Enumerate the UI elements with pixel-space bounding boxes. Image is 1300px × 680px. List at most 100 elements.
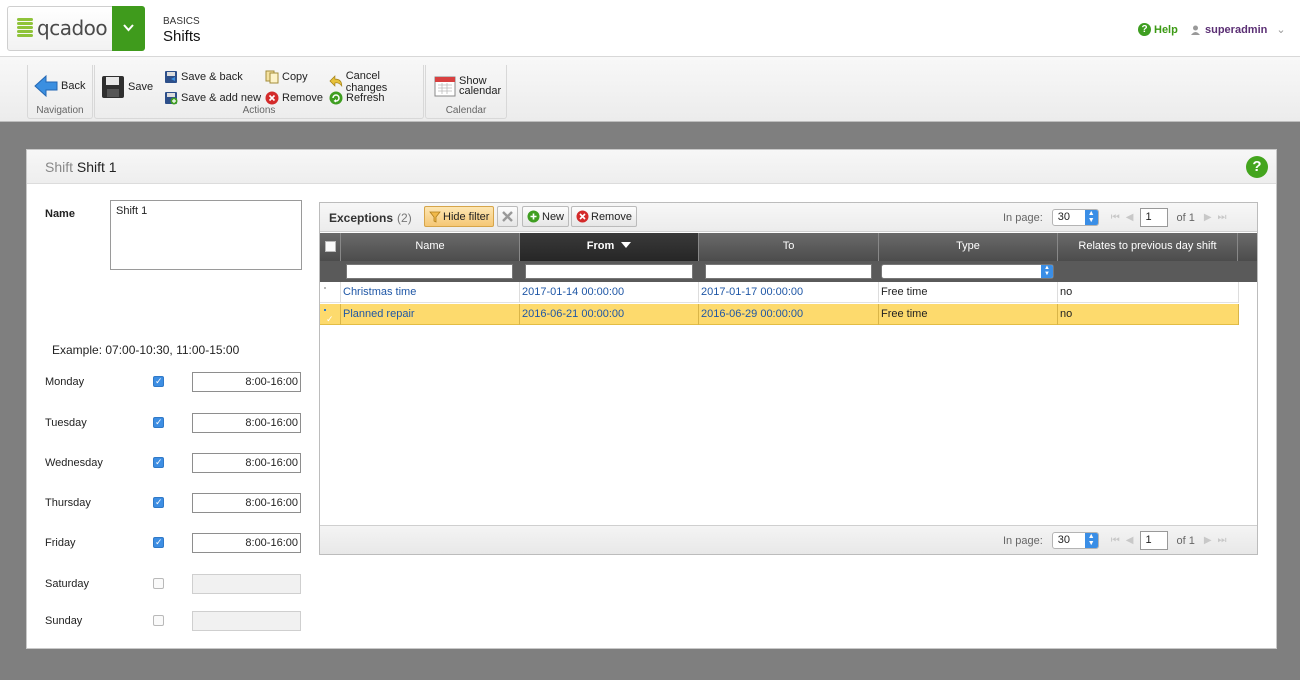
new-exception-button[interactable]: New xyxy=(522,206,570,227)
thursday-hours-field[interactable]: 8:00-16:00 xyxy=(192,493,301,513)
first-page-icon[interactable]: ⏮ xyxy=(1111,535,1120,546)
cell-type: Free time xyxy=(879,304,1058,325)
column-header-type[interactable]: Type xyxy=(879,233,1058,261)
next-page-icon[interactable]: ▶ xyxy=(1204,535,1212,546)
remove-button[interactable]: Remove xyxy=(265,91,323,105)
day-label: Wednesday xyxy=(45,457,103,469)
prev-page-icon[interactable]: ◀ xyxy=(1126,535,1134,546)
refresh-label: Refresh xyxy=(346,92,385,104)
hours-example-hint: Example: 07:00-10:30, 11:00-15:00 xyxy=(52,343,240,357)
hide-filter-button[interactable]: Hide filter xyxy=(424,206,495,227)
table-row[interactable]: Planned repair 2016-06-21 00:00:00 2016-… xyxy=(320,304,1239,325)
ribbon-group-navigation: Back Navigation xyxy=(27,65,93,119)
wednesday-checkbox[interactable] xyxy=(153,457,164,468)
column-header-name[interactable]: Name xyxy=(341,233,520,261)
cell-from[interactable]: 2017-01-14 00:00:00 xyxy=(520,282,699,303)
monday-checkbox[interactable] xyxy=(153,376,164,387)
cell-relates: no xyxy=(1058,282,1239,303)
monday-hours-field[interactable]: 8:00-16:00 xyxy=(192,372,301,392)
menu-dropdown-button[interactable] xyxy=(112,6,145,51)
page-size-select[interactable]: 30 ▲ ▼ xyxy=(1051,209,1099,226)
save-button[interactable]: Save xyxy=(101,75,153,99)
clear-filter-button[interactable] xyxy=(497,206,518,227)
sunday-hours-field[interactable] xyxy=(192,611,301,631)
help-link[interactable]: ? Help xyxy=(1138,23,1178,36)
save-label: Save xyxy=(128,81,154,93)
table-row[interactable]: Christmas time 2017-01-14 00:00:00 2017-… xyxy=(320,282,1239,303)
filter-type-select[interactable]: ▲ ▼ xyxy=(881,264,1054,279)
cell-name[interactable]: Christmas time xyxy=(341,282,520,303)
prev-page-icon[interactable]: ◀ xyxy=(1126,212,1134,223)
logo-icon xyxy=(17,18,33,40)
next-page-icon[interactable]: ▶ xyxy=(1204,212,1212,223)
row-checkbox[interactable] xyxy=(324,287,326,289)
column-header-relates[interactable]: Relates to previous day shift xyxy=(1058,233,1238,261)
remove-label: Remove xyxy=(591,210,632,223)
logo-text: qcadoo xyxy=(37,16,108,40)
pager-top: In page: 30 ▲ ▼ ⏮ ◀ 1 of 1 ▶ ⏭ xyxy=(1003,208,1230,227)
refresh-button[interactable]: Refresh xyxy=(329,91,385,105)
saturday-checkbox[interactable] xyxy=(153,578,164,589)
friday-checkbox[interactable] xyxy=(153,537,164,548)
copy-button[interactable]: Copy xyxy=(265,70,308,84)
back-button[interactable]: Back xyxy=(34,75,85,97)
filter-name-input[interactable] xyxy=(346,264,513,279)
chevron-down-icon xyxy=(123,24,134,32)
last-page-icon[interactable]: ⏭ xyxy=(1218,212,1227,223)
save-add-new-button[interactable]: Save & add new xyxy=(164,91,261,105)
show-calendar-label: Show calendar xyxy=(459,76,501,97)
top-header: qcadoo BASICS Shifts ? Help superadmin ⌄ xyxy=(0,0,1300,57)
save-add-icon xyxy=(165,92,178,105)
row-select-cell xyxy=(320,304,341,325)
calendar-icon xyxy=(434,76,456,97)
name-field[interactable]: Shift 1 xyxy=(110,200,302,270)
panel-title: Shift Shift 1 xyxy=(45,159,117,175)
page-number-input[interactable]: 1 xyxy=(1140,208,1169,227)
thursday-checkbox[interactable] xyxy=(153,497,164,508)
wednesday-hours-field[interactable]: 8:00-16:00 xyxy=(192,453,301,473)
day-label: Monday xyxy=(45,376,85,388)
select-all-checkbox[interactable] xyxy=(325,241,336,252)
last-page-icon[interactable]: ⏭ xyxy=(1218,535,1227,546)
cell-to[interactable]: 2016-06-29 00:00:00 xyxy=(699,304,879,325)
grid-caption-text: Exceptions xyxy=(329,211,394,225)
day-label: Saturday xyxy=(45,578,90,590)
cell-name[interactable]: Planned repair xyxy=(341,304,520,325)
select-arrows-icon: ▲ ▼ xyxy=(1041,265,1053,278)
save-disk-icon xyxy=(102,76,124,98)
cell-to[interactable]: 2017-01-17 00:00:00 xyxy=(699,282,879,303)
tuesday-hours-field[interactable]: 8:00-16:00 xyxy=(192,413,301,433)
cell-from[interactable]: 2016-06-21 00:00:00 xyxy=(520,304,699,325)
sort-desc-icon xyxy=(621,242,632,248)
column-header-from-label: From xyxy=(586,240,615,252)
select-arrows-icon: ▲ ▼ xyxy=(1084,210,1098,225)
app-logo-menu[interactable]: qcadoo xyxy=(7,6,145,51)
save-back-button[interactable]: Save & back xyxy=(164,70,243,84)
page-number-input[interactable]: 1 xyxy=(1140,531,1169,550)
friday-hours-field[interactable]: 8:00-16:00 xyxy=(192,533,301,553)
back-label: Back xyxy=(61,80,86,92)
row-checkbox[interactable] xyxy=(324,309,334,325)
page-size-value: 30 xyxy=(1057,211,1071,223)
column-header-to[interactable]: To xyxy=(699,233,879,261)
show-calendar-button[interactable]: Show calendar xyxy=(434,75,501,97)
undo-icon xyxy=(329,75,343,88)
ribbon-caption-calendar: Calendar xyxy=(445,105,487,116)
sunday-checkbox[interactable] xyxy=(153,615,164,626)
save-back-label: Save & back xyxy=(181,71,243,83)
help-icon[interactable]: ? xyxy=(1246,156,1268,178)
tuesday-checkbox[interactable] xyxy=(153,417,164,428)
page-size-select[interactable]: 30 ▲ ▼ xyxy=(1051,532,1099,549)
save-back-icon xyxy=(165,71,177,83)
page-count-label: of 1 xyxy=(1176,211,1195,224)
breadcrumb-section: BASICS xyxy=(163,16,200,27)
first-page-icon[interactable]: ⏮ xyxy=(1111,212,1120,223)
page-count-label: of 1 xyxy=(1176,534,1195,547)
saturday-hours-field[interactable] xyxy=(192,574,301,594)
user-menu[interactable]: superadmin ⌄ xyxy=(1191,23,1286,36)
remove-exception-button[interactable]: Remove xyxy=(571,206,637,227)
shift-form-panel: Shift Shift 1 ? Name Shift 1 Example: 07… xyxy=(26,149,1277,649)
column-header-from[interactable]: From xyxy=(520,233,699,261)
filter-to-input[interactable] xyxy=(705,264,872,279)
filter-from-input[interactable] xyxy=(525,264,693,279)
